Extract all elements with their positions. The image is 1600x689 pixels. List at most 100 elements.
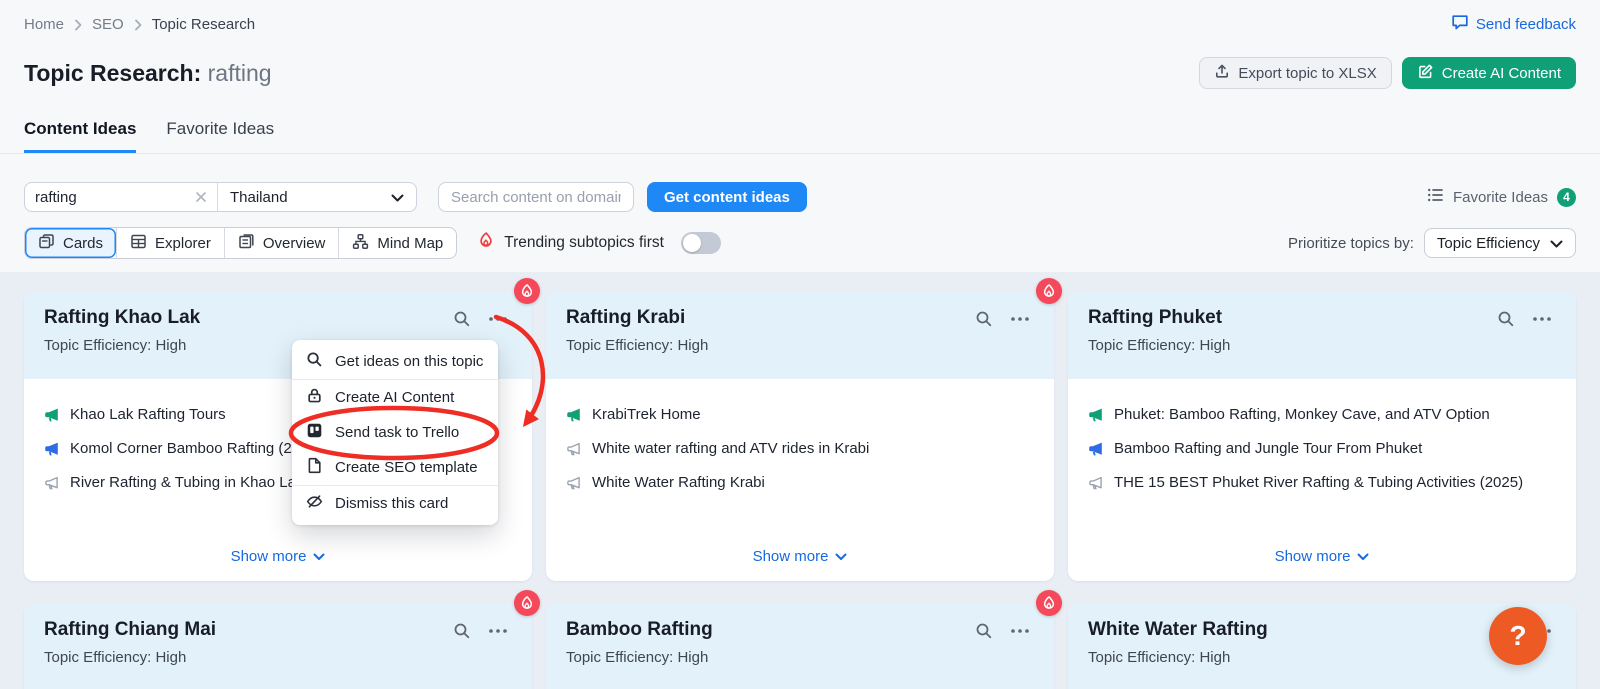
clear-keyword-icon[interactable] xyxy=(195,191,207,203)
get-content-ideas-button[interactable]: Get content ideas xyxy=(647,182,807,212)
send-feedback-link[interactable]: Send feedback xyxy=(1451,14,1576,35)
headline-text: River Rafting & Tubing in Khao La xyxy=(70,473,296,493)
more-options-icon[interactable] xyxy=(1532,316,1552,322)
breadcrumb-row: Home SEO Topic Research Send feedback xyxy=(0,0,1600,35)
cards-grid: Rafting Khao Lak Topic Efficiency: High … xyxy=(24,291,1576,689)
cards-view-icon xyxy=(38,233,55,254)
country-select[interactable]: Thailand xyxy=(218,189,416,206)
eye-off-icon xyxy=(306,493,323,514)
card-title: Rafting Khao Lak xyxy=(44,307,453,329)
search-icon[interactable] xyxy=(453,622,471,640)
lock-icon xyxy=(306,387,323,408)
prioritize-select[interactable]: Topic Efficiency xyxy=(1424,228,1576,258)
keyword-country-input-group: Thailand xyxy=(24,182,417,212)
breadcrumb-seo[interactable]: SEO xyxy=(92,16,124,33)
menu-create-ai-content[interactable]: Create AI Content xyxy=(292,380,498,415)
trending-fire-badge xyxy=(514,278,540,304)
domain-search-input[interactable] xyxy=(438,182,634,212)
view-mind-map[interactable]: Mind Map xyxy=(338,228,456,258)
view-overview[interactable]: Overview xyxy=(224,228,339,258)
keyword-input[interactable] xyxy=(35,189,189,206)
megaphone-gray-icon xyxy=(1088,475,1104,491)
trending-fire-badge xyxy=(514,590,540,616)
send-feedback-label: Send feedback xyxy=(1476,16,1576,33)
card-header: Bamboo Rafting Topic Efficiency: High xyxy=(546,603,1054,689)
favorite-ideas-label: Favorite Ideas xyxy=(1453,189,1548,206)
help-button[interactable]: ? xyxy=(1489,607,1547,665)
show-more-link[interactable]: Show more xyxy=(1068,548,1576,565)
upload-icon xyxy=(1214,63,1230,83)
show-more-label: Show more xyxy=(1275,548,1351,565)
trending-subtopics-label: Trending subtopics first xyxy=(504,234,664,252)
menu-create-seo-template[interactable]: Create SEO template xyxy=(292,450,498,485)
menu-item-label: Send task to Trello xyxy=(335,424,459,441)
trello-icon xyxy=(306,422,323,443)
trending-subtopics-toggle[interactable] xyxy=(681,232,721,254)
card-context-menu: Get ideas on this topic Create AI Conten… xyxy=(292,340,498,525)
menu-send-task-to-trello[interactable]: Send task to Trello xyxy=(292,415,498,450)
headline-text: White Water Rafting Krabi xyxy=(592,473,765,493)
chevron-down-icon xyxy=(1357,553,1369,561)
favorite-ideas-button[interactable]: Favorite Ideas 4 xyxy=(1427,187,1576,207)
chevron-down-icon xyxy=(313,553,325,561)
prioritize-select-value: Topic Efficiency xyxy=(1437,235,1540,252)
chevron-right-icon xyxy=(134,19,142,31)
view-explorer[interactable]: Explorer xyxy=(116,228,224,258)
breadcrumb-current: Topic Research xyxy=(152,16,255,33)
chevron-right-icon xyxy=(74,19,82,31)
headline-item[interactable]: White Water Rafting Krabi xyxy=(566,473,1034,493)
country-select-value: Thailand xyxy=(230,189,288,206)
megaphone-green-icon xyxy=(1088,407,1104,423)
search-icon[interactable] xyxy=(975,310,993,328)
search-icon[interactable] xyxy=(1497,310,1515,328)
headline-item[interactable]: Bamboo Rafting and Jungle Tour From Phuk… xyxy=(1088,439,1556,459)
tab-content-ideas[interactable]: Content Ideas xyxy=(24,119,136,153)
page-title-query: rafting xyxy=(208,60,272,86)
headline-item[interactable]: KrabiTrek Home xyxy=(566,405,1034,425)
show-more-link[interactable]: Show more xyxy=(546,548,1054,565)
controls-row: Cards Explorer Overview Mind Map Trendin… xyxy=(0,227,1600,259)
headline-item[interactable]: Phuket: Bamboo Rafting, Monkey Cave, and… xyxy=(1088,405,1556,425)
export-xlsx-button[interactable]: Export topic to XLSX xyxy=(1199,57,1391,89)
page-title-label: Topic Research: xyxy=(24,60,201,86)
menu-dismiss-this-card[interactable]: Dismiss this card xyxy=(292,486,498,521)
list-icon xyxy=(1427,187,1444,207)
view-cards[interactable]: Cards xyxy=(25,228,116,258)
more-options-icon[interactable] xyxy=(488,628,508,634)
title-row: Topic Research: rafting Export topic to … xyxy=(0,57,1600,89)
trending-fire-badge xyxy=(1036,278,1062,304)
prioritize-control: Prioritize topics by: Topic Efficiency xyxy=(1288,228,1576,258)
card-header: Rafting Krabi Topic Efficiency: High xyxy=(546,291,1054,379)
table-view-icon xyxy=(130,233,147,254)
megaphone-green-icon xyxy=(44,407,60,423)
headline-text: Bamboo Rafting and Jungle Tour From Phuk… xyxy=(1114,439,1422,459)
headline-item[interactable]: THE 15 BEST Phuket River Rafting & Tubin… xyxy=(1088,473,1556,493)
more-options-icon[interactable] xyxy=(488,316,508,322)
headline-item[interactable]: White water rafting and ATV rides in Kra… xyxy=(566,439,1034,459)
prioritize-label: Prioritize topics by: xyxy=(1288,235,1414,252)
search-icon[interactable] xyxy=(975,622,993,640)
more-options-icon[interactable] xyxy=(1010,628,1030,634)
topic-efficiency: Topic Efficiency: High xyxy=(1088,337,1552,354)
megaphone-gray-icon xyxy=(566,475,582,491)
search-icon[interactable] xyxy=(453,310,471,328)
create-ai-content-button[interactable]: Create AI Content xyxy=(1402,57,1576,89)
headline-text: Komol Corner Bamboo Rafting (2 xyxy=(70,439,292,459)
tab-favorite-ideas[interactable]: Favorite Ideas xyxy=(166,119,274,153)
overview-view-icon xyxy=(238,233,255,254)
topic-efficiency: Topic Efficiency: High xyxy=(1088,649,1552,666)
card-body: Phuket: Bamboo Rafting, Monkey Cave, and… xyxy=(1068,379,1576,493)
breadcrumb-home[interactable]: Home xyxy=(24,16,64,33)
show-more-link[interactable]: Show more xyxy=(24,548,532,565)
trending-fire-badge xyxy=(1036,590,1062,616)
menu-get-ideas[interactable]: Get ideas on this topic xyxy=(292,344,498,379)
file-icon xyxy=(306,457,323,478)
card-body: KrabiTrek Home White water rafting and A… xyxy=(546,379,1054,493)
more-options-icon[interactable] xyxy=(1010,316,1030,322)
show-more-label: Show more xyxy=(753,548,829,565)
card-title: Rafting Chiang Mai xyxy=(44,619,453,641)
card-title: Rafting Phuket xyxy=(1088,307,1497,329)
menu-item-label: Get ideas on this topic xyxy=(335,353,483,370)
help-question-mark: ? xyxy=(1509,620,1526,652)
title-actions: Export topic to XLSX Create AI Content xyxy=(1199,57,1576,89)
